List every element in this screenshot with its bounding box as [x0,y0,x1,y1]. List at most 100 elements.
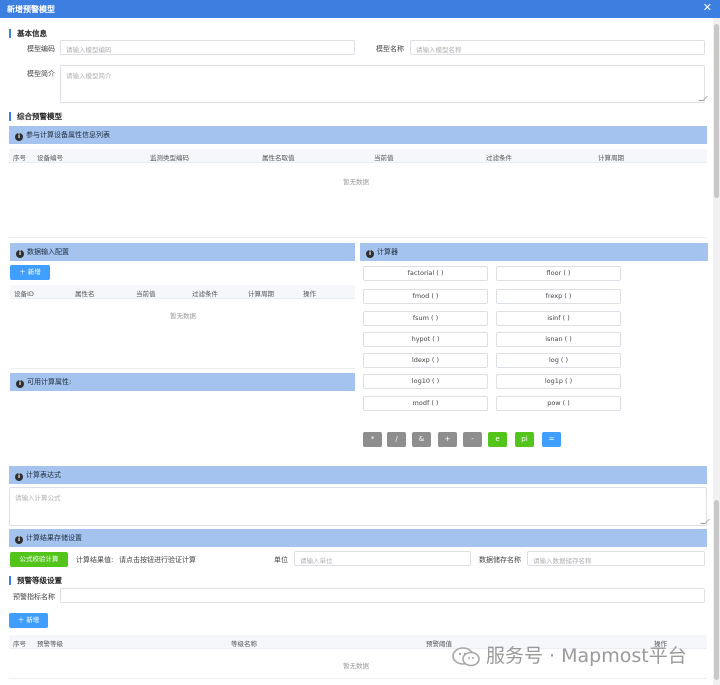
plus-icon: ＋ [19,268,28,276]
info-icon: i [16,250,24,258]
operator-divide[interactable]: / [387,432,406,447]
model-name-label: 模型名称 [376,45,404,53]
storage-bar: i 计算结果存储设置 [9,529,707,547]
unit-input[interactable]: 请输入单位 [294,551,471,566]
fn-button-frexp[interactable]: frexp ( ) [496,289,621,304]
scrollbar-thumb[interactable] [714,500,719,680]
formula-placeholder: 请输入计算公式 [15,494,61,502]
add-input-label: 新增 [27,268,41,276]
fn-button-factorial[interactable]: factorial ( ) [363,266,488,281]
info-icon: i [15,473,23,481]
storage-title: 计算结果存储设置 [26,534,82,542]
empty-text: 暂无数据 [170,312,196,320]
operator-multiply[interactable]: * [363,432,382,447]
fn-button-pow[interactable]: pow ( ) [496,396,621,411]
device-list-bar: i 参与计算设备属性信息列表 [9,126,707,144]
column-header: 过滤条件 [192,290,218,298]
storage-name-input[interactable]: 请输入数据储存名称 [527,551,705,566]
input-table-header: 设备ID 属性名 当前值 过滤条件 计算周期 操作 [10,285,355,299]
fn-button-ldexp[interactable]: ldexp ( ) [363,353,488,368]
result-label: 计算结果值: [76,556,114,564]
section-title-levels: 预警等级设置 [9,576,62,585]
verify-formula-button[interactable]: 公式校验计算 [10,552,68,567]
constant-pi[interactable]: pi [515,432,534,447]
dialog-title: 新增预警模型 [7,5,55,14]
column-header: 预警等级 [37,640,63,648]
model-desc-textarea[interactable]: 请输入模型简介 [60,65,708,103]
device-table-body: 暂无数据 [9,163,707,238]
watermark: 服务号 · Mapmost平台 [452,642,700,670]
fn-button-log[interactable]: log ( ) [496,353,621,368]
resize-grip-icon[interactable] [700,519,710,524]
info-icon: i [15,133,23,141]
add-input-button[interactable]: ＋ 新增 [10,265,50,280]
operator-and[interactable]: & [412,432,431,447]
column-header: 属性名 [75,290,95,298]
fn-button-floor[interactable]: floor ( ) [496,266,621,281]
unit-label: 单位 [274,556,288,564]
available-attrs-bar: i 可用计算属性: [10,373,355,391]
fn-button-isinf[interactable]: isinf ( ) [496,311,621,326]
fn-button-fmod[interactable]: fmod ( ) [363,289,488,304]
resize-grip-icon[interactable] [698,96,708,101]
model-desc-label: 模型简介 [27,70,55,78]
empty-text: 暂无数据 [343,662,369,670]
operator-plus[interactable]: + [438,432,457,447]
model-code-input[interactable]: 请输入模型编码 [60,40,355,55]
formula-textarea[interactable]: 请输入计算公式 [9,487,710,526]
constant-e[interactable]: e [488,432,507,447]
device-list-title: 参与计算设备属性信息列表 [26,131,110,139]
column-header: 计算周期 [598,154,624,162]
column-header: 序号 [13,640,26,648]
fn-button-isnan[interactable]: isnan ( ) [496,332,621,347]
operator-minus[interactable]: - [463,432,482,447]
input-config-bar: i 数据输入配置 [10,243,355,261]
model-desc-placeholder: 请输入模型简介 [66,72,112,80]
model-name-input[interactable]: 请输入模型名称 [410,40,705,55]
calculator-title: 计算器 [377,248,398,256]
model-code-label: 模型编码 [27,45,55,53]
column-header: 过滤条件 [486,154,512,162]
wechat-logo-icon [452,647,480,667]
available-attrs-title: 可用计算属性: [27,378,72,386]
fn-button-log1p[interactable]: log1p ( ) [496,374,621,389]
fn-button-log10[interactable]: log10 ( ) [363,374,488,389]
info-icon: i [15,536,23,544]
calculator-function-list: factorial ( ) floor ( ) fmod ( ) frexp (… [360,262,708,418]
operator-equals[interactable]: = [542,432,561,447]
indicator-name-input[interactable] [60,588,705,603]
device-table-header: 序号 设备编号 监测类型编码 属性名取值 当前值 过滤条件 计算周期 [9,149,707,163]
column-header: 计算周期 [248,290,274,298]
expression-bar: i 计算表达式 [9,466,707,484]
fn-button-fsum[interactable]: fsum ( ) [363,311,488,326]
scrollbar-thumb[interactable] [714,24,719,198]
watermark-text: 服务号 · Mapmost平台 [486,645,687,667]
info-icon: i [366,250,374,258]
result-value: 请点击按钮进行验证计算 [119,556,196,564]
column-header: 序号 [13,154,26,162]
input-table-body: 暂无数据 [10,299,355,369]
section-title-basic: 基本信息 [9,29,47,38]
plus-icon: ＋ [17,616,27,624]
add-level-button[interactable]: ＋ 新增 [9,613,48,628]
column-header: 当前值 [136,290,156,298]
empty-text: 暂无数据 [343,178,369,186]
fn-button-modf[interactable]: modf ( ) [363,396,488,411]
calculator-bar: i 计算器 [360,243,708,261]
close-icon[interactable]: ✕ [703,2,712,14]
column-header: 预警阈值 [426,640,452,648]
column-header: 当前值 [374,154,394,162]
add-level-label: 新增 [26,616,40,624]
fn-button-hypot[interactable]: hypot ( ) [363,332,488,347]
section-title-composite: 综合预警模型 [9,112,62,121]
storage-name-label: 数据储存名称 [479,556,521,564]
dialog-header: 新增预警模型 ✕ [0,0,720,18]
expression-title: 计算表达式 [26,471,61,479]
column-header: 等级名称 [231,640,257,648]
input-config-title: 数据输入配置 [27,248,69,256]
column-header: 属性名取值 [262,154,295,162]
column-header: 监测类型编码 [150,154,189,162]
indicator-name-label: 预警指标名称 [13,593,55,601]
info-icon: i [16,380,24,388]
column-header: 设备编号 [37,154,63,162]
